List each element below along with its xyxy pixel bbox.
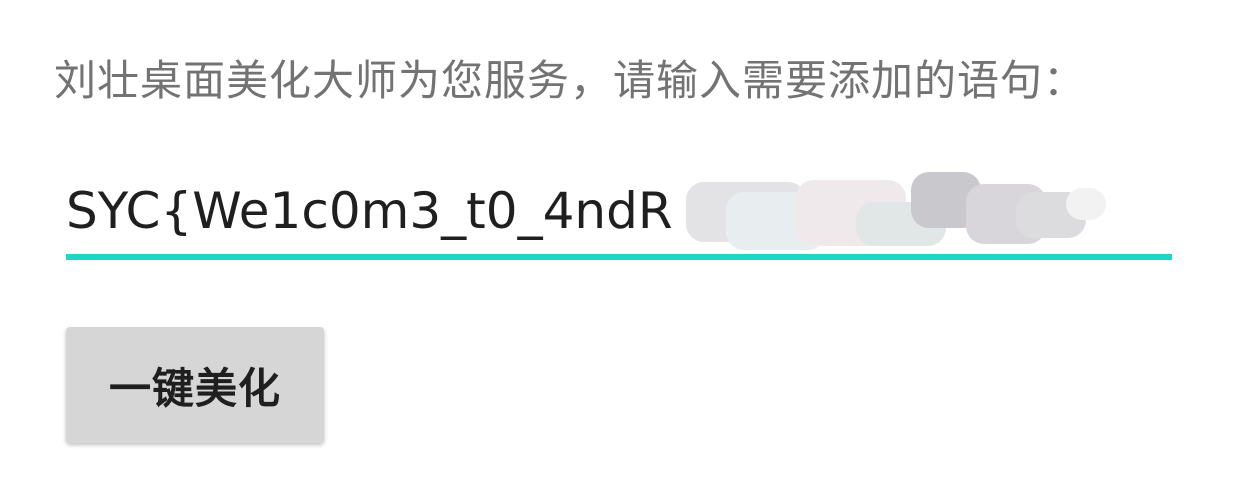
beautify-button[interactable]: 一键美化 bbox=[66, 327, 324, 443]
app-screen: 刘壮桌面美化大师为您服务，请输入需要添加的语句： 一键美化 bbox=[0, 0, 1236, 477]
sentence-input[interactable] bbox=[66, 168, 1172, 254]
prompt-label: 刘壮桌面美化大师为您服务，请输入需要添加的语句： bbox=[54, 56, 1087, 105]
field-underline bbox=[66, 254, 1172, 260]
sentence-field[interactable] bbox=[66, 168, 1172, 260]
